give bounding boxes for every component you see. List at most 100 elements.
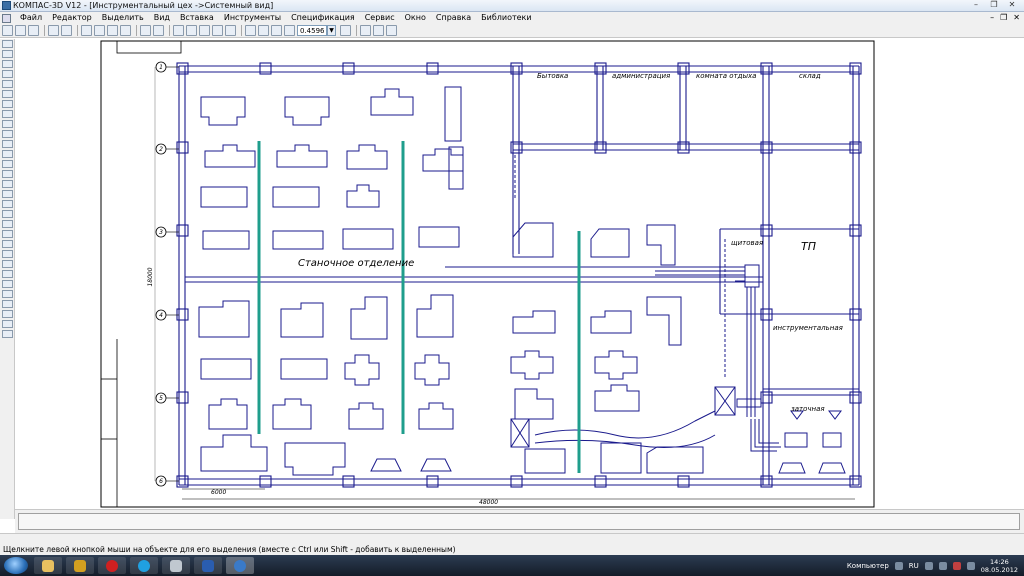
- cable: [534, 410, 716, 439]
- spline-icon[interactable]: [2, 190, 13, 198]
- zoom-out-icon[interactable]: [271, 25, 282, 36]
- open-folder-icon[interactable]: [15, 25, 26, 36]
- fillet-icon[interactable]: [2, 240, 13, 248]
- taskbar-app-kompas[interactable]: [226, 557, 254, 574]
- computer-label[interactable]: Компьютер: [847, 562, 889, 570]
- document-menu-icon[interactable]: [2, 13, 11, 23]
- undo-icon[interactable]: [140, 25, 151, 36]
- pan-icon[interactable]: [340, 25, 351, 36]
- cut-icon[interactable]: [81, 25, 92, 36]
- copy-objects-icon[interactable]: [2, 330, 13, 338]
- save-icon[interactable]: [28, 25, 39, 36]
- frame-stamp-box: [116, 40, 182, 54]
- trim-icon[interactable]: [2, 280, 13, 288]
- language-indicator[interactable]: RU: [909, 562, 919, 570]
- equidistant-icon[interactable]: [2, 270, 13, 278]
- geometry-icon[interactable]: [2, 40, 13, 48]
- new-document-icon[interactable]: [2, 25, 13, 36]
- arc-icon[interactable]: [2, 170, 13, 178]
- hatch-icon[interactable]: [2, 230, 13, 238]
- selection-icon[interactable]: [2, 100, 13, 108]
- chamfer-icon[interactable]: [2, 250, 13, 258]
- properties-icon[interactable]: [173, 25, 184, 36]
- print-icon[interactable]: [48, 25, 59, 36]
- point-icon[interactable]: [2, 140, 13, 148]
- floor-plan-drawing[interactable]: 1 2 3 4 5 6 18000 Бытовка администрация …: [15, 39, 1024, 509]
- axis-label: 1: [159, 64, 163, 71]
- zoom-scale-input[interactable]: 0.4596: [297, 25, 327, 36]
- taskbar-app-opera[interactable]: [98, 557, 126, 574]
- variables-icon[interactable]: [212, 25, 223, 36]
- doc-minimize-button[interactable]: –: [990, 12, 994, 24]
- minimize-button[interactable]: –: [968, 0, 984, 10]
- move-icon[interactable]: [2, 320, 13, 328]
- drawing-canvas[interactable]: 1 2 3 4 5 6 18000 Бытовка администрация …: [15, 39, 1024, 509]
- rotate-icon[interactable]: [2, 300, 13, 308]
- menu-view[interactable]: Вид: [149, 12, 175, 24]
- doc-close-button[interactable]: ✕: [1013, 12, 1020, 24]
- compact-panel: [0, 39, 15, 519]
- dimensions-icon[interactable]: [2, 50, 13, 58]
- chevron-down-icon[interactable]: ▼: [327, 25, 336, 36]
- sheet-frame: [100, 40, 875, 508]
- taskbar-app-archicad[interactable]: [66, 557, 94, 574]
- menu-specification[interactable]: Спецификация: [286, 12, 360, 24]
- insert-icon[interactable]: [2, 130, 13, 138]
- volume-icon[interactable]: [966, 561, 975, 570]
- spec-icon[interactable]: [2, 110, 13, 118]
- machine: [342, 228, 394, 250]
- menu-edit[interactable]: Редактор: [47, 12, 97, 24]
- window-titlebar[interactable]: КОМПАС-3D V12 - [Инструментальный цех ->…: [0, 0, 1024, 12]
- taskbar-app-skype[interactable]: [130, 557, 158, 574]
- tray-arrows-icon[interactable]: [894, 561, 903, 570]
- maximize-button[interactable]: ❐: [986, 0, 1002, 10]
- zoom-in-icon[interactable]: [258, 25, 269, 36]
- function-icon[interactable]: [199, 25, 210, 36]
- command-input-area[interactable]: [18, 513, 1020, 530]
- menu-help[interactable]: Справка: [431, 12, 476, 24]
- snap-icon[interactable]: [386, 25, 397, 36]
- paste-icon[interactable]: [107, 25, 118, 36]
- doc-restore-button[interactable]: ❐: [1000, 12, 1007, 24]
- refresh-view-icon[interactable]: [360, 25, 371, 36]
- close-button[interactable]: ✕: [1004, 0, 1020, 10]
- menu-file[interactable]: Файл: [15, 12, 47, 24]
- taskbar-app-explorer[interactable]: [34, 557, 62, 574]
- circle-icon[interactable]: [2, 160, 13, 168]
- copy-icon[interactable]: [94, 25, 105, 36]
- contour-icon[interactable]: [2, 260, 13, 268]
- clock[interactable]: 14:26 08.05.2012: [981, 558, 1018, 574]
- help-icon[interactable]: [924, 561, 933, 570]
- manager-icon[interactable]: [186, 25, 197, 36]
- scale-icon[interactable]: [2, 310, 13, 318]
- parametrization-icon[interactable]: [2, 80, 13, 88]
- menu-window[interactable]: Окно: [400, 12, 431, 24]
- help-pointer-icon[interactable]: [225, 25, 236, 36]
- start-button[interactable]: [4, 557, 28, 574]
- zoom-scale-icon[interactable]: [284, 25, 295, 36]
- reports-icon[interactable]: [2, 120, 13, 128]
- measure-icon[interactable]: [2, 90, 13, 98]
- antivirus-icon[interactable]: [952, 561, 961, 570]
- editing-icon[interactable]: [2, 70, 13, 78]
- menu-insert[interactable]: Вставка: [175, 12, 219, 24]
- taskbar-app-word[interactable]: [194, 557, 222, 574]
- redo-icon[interactable]: [153, 25, 164, 36]
- show-all-icon[interactable]: [373, 25, 384, 36]
- preview-icon[interactable]: [61, 25, 72, 36]
- polyline-icon[interactable]: [2, 200, 13, 208]
- menu-select[interactable]: Выделить: [97, 12, 149, 24]
- polygon-icon[interactable]: [2, 220, 13, 228]
- ellipse-icon[interactable]: [2, 180, 13, 188]
- menu-tools[interactable]: Инструменты: [219, 12, 286, 24]
- line-icon[interactable]: [2, 150, 13, 158]
- mirror-icon[interactable]: [2, 290, 13, 298]
- rectangle-icon[interactable]: [2, 210, 13, 218]
- menu-service[interactable]: Сервис: [360, 12, 400, 24]
- network-icon[interactable]: [938, 561, 947, 570]
- taskbar-app-autocad[interactable]: [162, 557, 190, 574]
- format-painter-icon[interactable]: [120, 25, 131, 36]
- designations-icon[interactable]: [2, 60, 13, 68]
- menu-libraries[interactable]: Библиотеки: [476, 12, 536, 24]
- zoom-window-icon[interactable]: [245, 25, 256, 36]
